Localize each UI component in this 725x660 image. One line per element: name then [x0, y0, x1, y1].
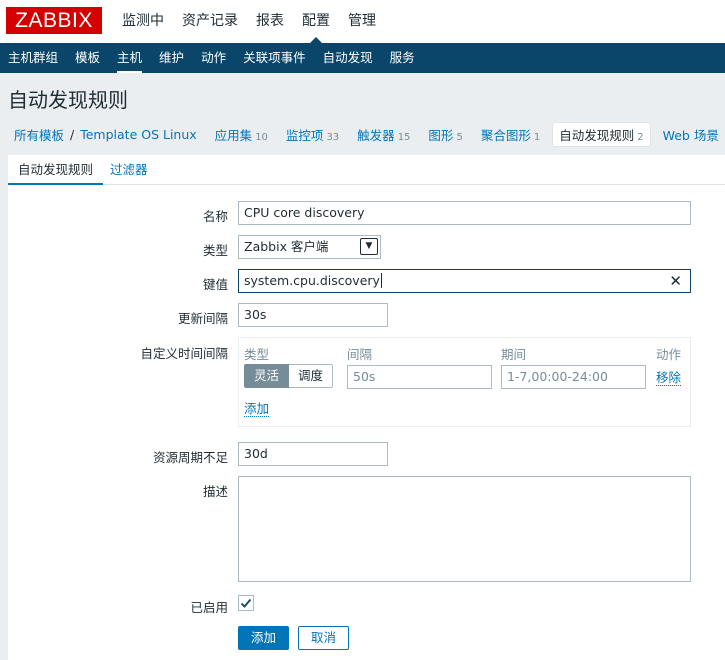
- nav-triggers-label: 触发器: [357, 127, 395, 143]
- form-panel: 名称 CPU core discovery 类型 Zabbix 客户端 ▼ 键值…: [8, 185, 725, 660]
- sub-nav-maintenance[interactable]: 维护: [151, 43, 193, 73]
- sub-nav-actions[interactable]: 动作: [193, 43, 235, 73]
- col-action-header: 动作: [656, 347, 682, 362]
- chevron-down-icon: ▼: [360, 238, 378, 255]
- flex-period-input[interactable]: 1-7,00:00-24:00: [501, 365, 646, 389]
- lifetime-label: 资源周期不足: [152, 450, 228, 465]
- nav-graphs-count: 5: [456, 131, 463, 143]
- type-select-value: Zabbix 客户端: [244, 239, 329, 254]
- checkmark-icon: [240, 598, 252, 608]
- nav-screens[interactable]: 聚合图形 1: [481, 125, 540, 144]
- remove-interval-link[interactable]: 移除: [656, 370, 682, 386]
- top-nav-reports[interactable]: 报表: [247, 0, 293, 43]
- name-label: 名称: [202, 209, 228, 224]
- page-title: 自动发现规则: [8, 88, 128, 112]
- close-icon[interactable]: ✕: [669, 270, 682, 292]
- flexible-toggle[interactable]: 灵活: [244, 364, 290, 388]
- enabled-label: 已启用: [190, 600, 228, 615]
- flex-period-placeholder: 1-7,00:00-24:00: [507, 369, 608, 384]
- sub-nav-hosts[interactable]: 主机: [109, 43, 151, 73]
- scheduling-toggle[interactable]: 调度: [289, 364, 334, 388]
- nav-graphs-label: 图形: [428, 127, 454, 143]
- top-nav-administration[interactable]: 管理: [339, 0, 385, 43]
- nav-items-label: 监控项: [285, 127, 324, 143]
- tab-discovery-rule[interactable]: 自动发现规则: [8, 155, 104, 186]
- nav-triggers[interactable]: 触发器 15: [357, 125, 410, 144]
- description-label: 描述: [202, 484, 228, 499]
- name-input[interactable]: CPU core discovery: [238, 201, 691, 225]
- interval-label: 更新间隔: [177, 311, 228, 326]
- nav-discovery-rules[interactable]: 自动发现规则 2: [552, 121, 651, 147]
- lifetime-input[interactable]: 30d: [238, 442, 388, 466]
- key-input[interactable]: system.cpu.discovery ✕: [238, 269, 691, 293]
- interval-input[interactable]: 30s: [238, 303, 388, 327]
- nav-items-count: 33: [326, 131, 340, 143]
- custom-intervals-label: 自定义时间间隔: [140, 346, 228, 361]
- col-type-header: 类型: [244, 347, 270, 362]
- breadcrumb-separator: /: [70, 126, 75, 142]
- form-tabs: 自动发现规则 过滤器: [8, 155, 725, 186]
- key-input-value: system.cpu.discovery: [244, 273, 380, 288]
- nav-applications[interactable]: 应用集 10: [215, 125, 268, 144]
- add-button[interactable]: 添加: [238, 626, 290, 650]
- nav-web-scenarios[interactable]: Web 场景: [663, 125, 719, 144]
- top-nav: 监测中 资产记录 报表 配置 管理: [113, 0, 385, 43]
- col-interval-header: 间隔: [347, 347, 373, 362]
- sub-nav-correlation[interactable]: 关联项事件: [235, 43, 315, 73]
- nav-triggers-count: 15: [397, 131, 411, 143]
- nav-items[interactable]: 监控项 33: [286, 125, 339, 144]
- all-templates-link[interactable]: 所有模板: [14, 125, 64, 144]
- type-label: 类型: [202, 243, 228, 258]
- cancel-button[interactable]: 取消: [298, 626, 350, 650]
- zabbix-logo[interactable]: ZABBIX: [6, 7, 102, 34]
- description-textarea[interactable]: [238, 476, 691, 582]
- sub-nav-services[interactable]: 服务: [382, 43, 424, 73]
- sub-nav-host-groups[interactable]: 主机群组: [0, 43, 67, 73]
- enabled-checkbox[interactable]: [238, 595, 254, 611]
- nav-discovery-rules-label: 自动发现规则: [559, 127, 635, 143]
- add-interval-link[interactable]: 添加: [244, 401, 270, 417]
- top-nav-configuration[interactable]: 配置: [293, 0, 339, 43]
- nav-applications-count: 10: [255, 131, 268, 143]
- top-nav-monitoring[interactable]: 监测中: [113, 0, 173, 43]
- top-bar: ZABBIX 监测中 资产记录 报表 配置 管理: [0, 0, 725, 43]
- tab-filters[interactable]: 过滤器: [100, 155, 158, 185]
- sub-nav-discovery[interactable]: 自动发现: [315, 43, 382, 73]
- col-period-header: 期间: [501, 347, 527, 362]
- nav-graphs[interactable]: 图形 5: [428, 125, 462, 144]
- custom-intervals-table: 类型 间隔 期间 动作 灵活 调度 50s 1-7,00:00-24:00 移除…: [238, 337, 691, 427]
- nav-applications-label: 应用集: [214, 127, 253, 143]
- interval-type-toggle: 灵活 调度: [244, 364, 334, 388]
- nav-discovery-rules-count: 2: [637, 131, 644, 143]
- key-label: 键值: [202, 277, 228, 292]
- flex-interval-placeholder: 50s: [353, 369, 376, 384]
- sub-nav: 主机群组 模板 主机 维护 动作 关联项事件 自动发现 服务: [0, 43, 725, 73]
- nav-screens-label: 聚合图形: [480, 127, 531, 143]
- host-breadcrumb-nav: 所有模板 / Template OS Linux 应用集 10 监控项 33 触发器…: [0, 118, 719, 150]
- type-select[interactable]: Zabbix 客户端 ▼: [238, 235, 381, 259]
- flex-interval-input[interactable]: 50s: [347, 365, 492, 389]
- template-link[interactable]: Template OS Linux: [80, 127, 196, 142]
- nav-web-scenarios-label: Web 场景: [662, 127, 719, 143]
- logo-text: ZABBIX: [15, 9, 93, 32]
- nav-screens-count: 1: [533, 131, 541, 143]
- top-nav-inventory[interactable]: 资产记录: [173, 0, 247, 43]
- sub-nav-templates[interactable]: 模板: [67, 43, 109, 73]
